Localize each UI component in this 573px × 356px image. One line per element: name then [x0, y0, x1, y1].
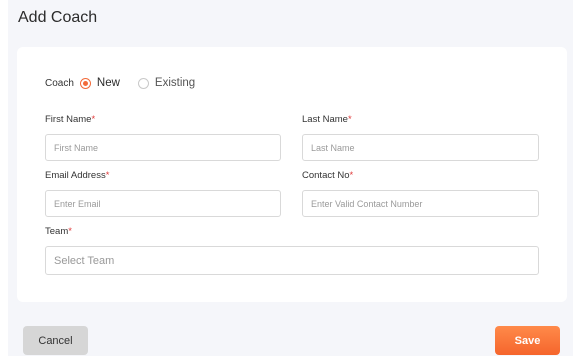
first-name-label: First Name* [45, 114, 95, 125]
email-input[interactable] [45, 190, 281, 217]
required-mark: * [347, 114, 352, 125]
radio-option-new[interactable]: New [79, 77, 120, 89]
required-mark: * [68, 226, 72, 237]
email-label: Email Address* [45, 170, 109, 181]
radio-new-label[interactable]: New [97, 77, 120, 89]
page-title: Add Coach [18, 9, 98, 26]
contact-label: Contact No* [302, 170, 353, 181]
coach-label: Coach [45, 77, 74, 89]
last-name-label-text: Last Name [302, 114, 348, 125]
last-name-input[interactable] [302, 134, 539, 161]
radio-existing-button[interactable] [137, 77, 149, 89]
radio-new-button[interactable] [79, 77, 91, 89]
required-mark: * [91, 114, 96, 125]
team-label-text: Team [45, 226, 69, 237]
required-mark: * [349, 170, 354, 181]
team-label: Team* [45, 226, 72, 237]
save-button[interactable]: Save [495, 326, 560, 355]
coach-type-selector: Coach New Existing [45, 75, 195, 91]
email-label-text: Email Address [45, 170, 106, 181]
cancel-button[interactable]: Cancel [23, 326, 88, 355]
contact-label-text: Contact No [302, 170, 350, 181]
radio-option-existing[interactable]: Existing [137, 77, 195, 89]
radio-existing-label[interactable]: Existing [155, 77, 195, 89]
contact-input[interactable] [302, 190, 539, 217]
required-mark: * [105, 170, 110, 181]
last-name-label: Last Name* [302, 114, 352, 125]
first-name-label-text: First Name [45, 114, 92, 125]
team-select[interactable] [45, 246, 539, 275]
first-name-input[interactable] [45, 134, 281, 161]
